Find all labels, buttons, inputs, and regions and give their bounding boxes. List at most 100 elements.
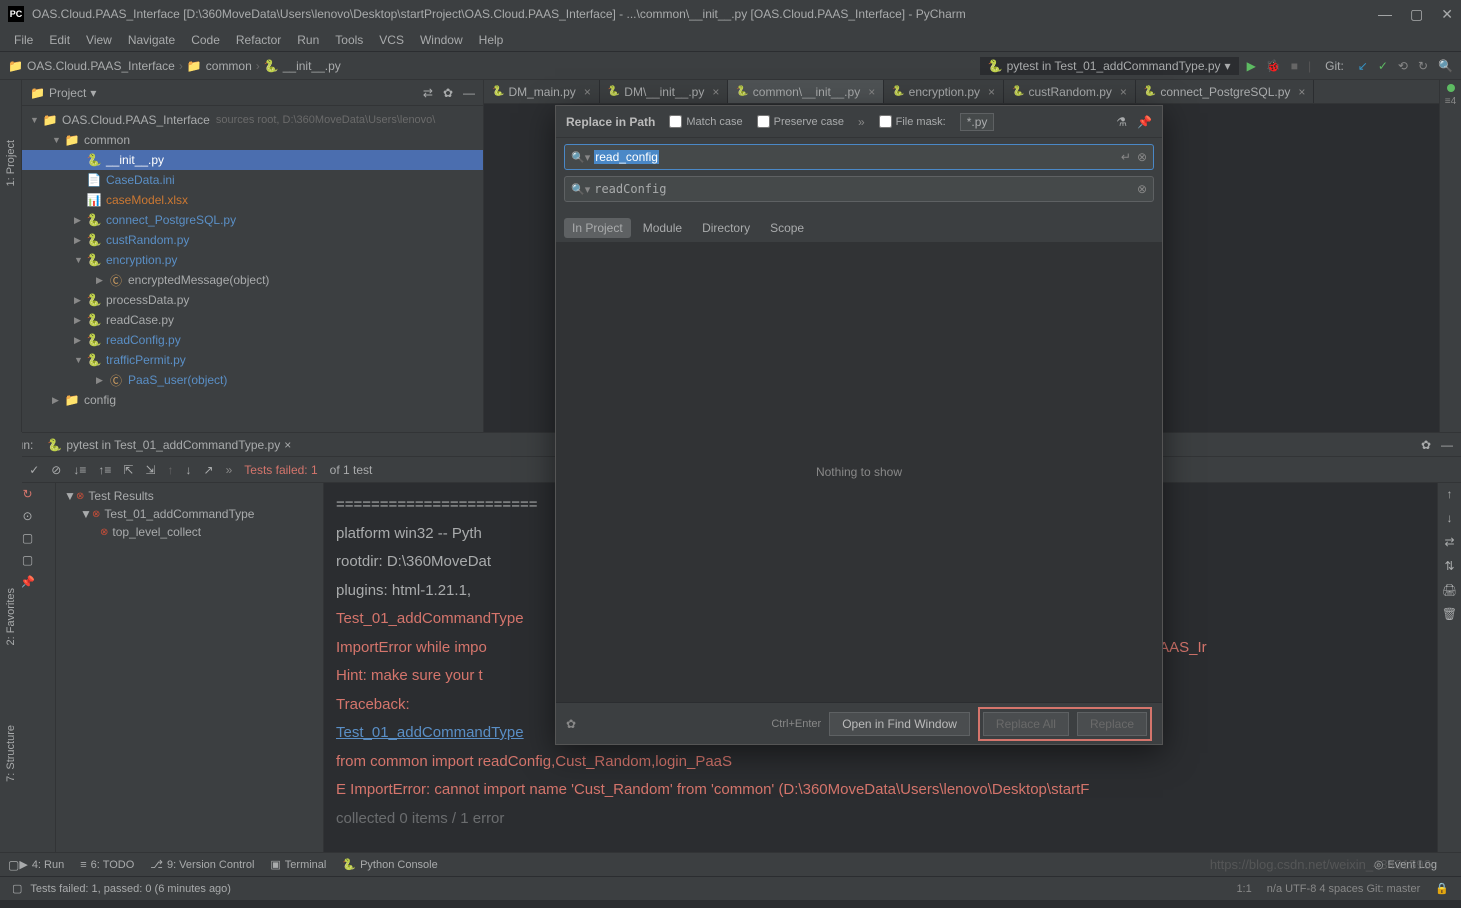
pin-icon[interactable]: 📌: [1137, 115, 1152, 129]
sb-todo[interactable]: ≡ 6: TODO: [80, 859, 134, 871]
editor-tab[interactable]: 🐍connect_PostgreSQL.py×: [1136, 80, 1315, 103]
breadcrumb-file[interactable]: __init__.py: [283, 59, 341, 73]
file-mask-checkbox[interactable]: File mask:: [879, 115, 946, 128]
gear-icon[interactable]: ✿: [1421, 438, 1431, 452]
menu-tools[interactable]: Tools: [329, 31, 369, 49]
hide-icon[interactable]: —: [463, 86, 475, 100]
scroll-icon[interactable]: ⇅: [1444, 559, 1454, 573]
close-icon[interactable]: ✕: [1441, 6, 1453, 23]
preserve-case-checkbox[interactable]: Preserve case: [757, 115, 844, 128]
menu-navigate[interactable]: Navigate: [122, 31, 181, 49]
close-icon[interactable]: ×: [1298, 85, 1305, 99]
minimize-icon[interactable]: —: [1378, 6, 1392, 23]
close-icon[interactable]: ×: [868, 85, 875, 99]
close-icon[interactable]: ×: [284, 438, 291, 452]
sb-terminal[interactable]: ▣ Terminal: [270, 858, 326, 871]
file-info[interactable]: n/a UTF-8 4 spaces Git: master: [1267, 883, 1420, 895]
menu-help[interactable]: Help: [473, 31, 510, 49]
close-icon[interactable]: ×: [1120, 85, 1127, 99]
sidebar-favorites-tab[interactable]: 2: Favorites: [5, 588, 17, 645]
python-file-icon: 🐍: [892, 86, 904, 97]
clear-icon[interactable]: ⊗: [1137, 182, 1147, 196]
run-config-selector[interactable]: 🐍 pytest in Test_01_addCommandType.py ▾: [980, 57, 1239, 75]
editor-tab[interactable]: 🐍custRandom.py×: [1004, 80, 1136, 103]
replace-all-button[interactable]: Replace All: [983, 712, 1069, 736]
search-icon[interactable]: 🔍: [1438, 59, 1453, 73]
test-tree[interactable]: ▼⊗Test Results ▼⊗Test_01_addCommandType …: [56, 483, 324, 852]
match-case-checkbox[interactable]: Match case: [669, 115, 742, 128]
menu-window[interactable]: Window: [414, 31, 469, 49]
project-tree[interactable]: ▼📁OAS.Cloud.PAAS_Interfacesources root, …: [22, 106, 483, 432]
editor-tab[interactable]: 🐍DM\__init__.py×: [600, 80, 729, 103]
gear-icon[interactable]: ✿: [566, 717, 576, 731]
editor-tab[interactable]: 🐍DM_main.py×: [484, 80, 600, 103]
toggle-pass-icon[interactable]: ✓: [29, 463, 39, 477]
layout-icon[interactable]: ▢: [22, 553, 33, 567]
menu-run[interactable]: Run: [291, 31, 325, 49]
open-find-window-button[interactable]: Open in Find Window: [829, 712, 970, 736]
file-mask-input[interactable]: *.py: [960, 113, 995, 131]
hide-icon[interactable]: —: [1441, 438, 1453, 452]
trash-icon[interactable]: 🗑: [1442, 607, 1457, 621]
close-icon[interactable]: ×: [988, 85, 995, 99]
sort-icon[interactable]: ↓≡: [73, 463, 86, 477]
down-icon[interactable]: ↓: [1447, 511, 1453, 525]
collapse-icon[interactable]: ⇲: [145, 463, 155, 477]
sb-run[interactable]: ▶ 4: Run: [19, 858, 64, 871]
scope-directory[interactable]: Directory: [694, 218, 758, 238]
breadcrumb-root[interactable]: OAS.Cloud.PAAS_Interface: [27, 59, 175, 73]
gear-icon[interactable]: ✿: [443, 86, 453, 100]
newline-icon[interactable]: ↵: [1121, 150, 1131, 164]
toggle-fail-icon[interactable]: ⊘: [51, 463, 61, 477]
wrap-icon[interactable]: ⇄: [1444, 535, 1454, 549]
menu-edit[interactable]: Edit: [43, 31, 76, 49]
breadcrumb-folder[interactable]: common: [206, 59, 252, 73]
close-icon[interactable]: ×: [584, 85, 591, 99]
run-button[interactable]: ▶: [1247, 59, 1256, 73]
sidebar-structure-tab[interactable]: 7: Structure: [5, 725, 17, 782]
sb-vc[interactable]: ⎇ 9: Version Control: [150, 858, 254, 871]
menu-code[interactable]: Code: [185, 31, 226, 49]
chevron-down-icon[interactable]: ▾: [90, 86, 96, 100]
menu-view[interactable]: View: [80, 31, 118, 49]
git-update-icon[interactable]: ↻: [1418, 59, 1428, 73]
up-icon[interactable]: ↑: [168, 463, 174, 477]
menu-file[interactable]: File: [8, 31, 39, 49]
pin-icon[interactable]: 📌: [20, 575, 35, 589]
cursor-position[interactable]: 1:1: [1236, 883, 1251, 895]
search-input-row[interactable]: 🔍▾ read_config ↵ ⊗: [564, 144, 1154, 170]
debug-button[interactable]: 🐞: [1266, 59, 1281, 73]
lock-icon[interactable]: 🔒: [1435, 883, 1449, 895]
editor-tab[interactable]: 🐍common\__init__.py×: [728, 80, 884, 103]
filter-icon[interactable]: ⚗: [1116, 115, 1127, 129]
sidebar-project-tab[interactable]: 1: Project: [5, 140, 17, 186]
sort-icon[interactable]: ↑≡: [98, 463, 111, 477]
clear-icon[interactable]: ⊗: [1137, 150, 1147, 164]
rerun-fail-icon[interactable]: ↻: [22, 487, 32, 501]
scope-in-project[interactable]: In Project: [564, 218, 631, 238]
stop-button[interactable]: ■: [1291, 59, 1298, 73]
menu-refactor[interactable]: Refactor: [230, 31, 287, 49]
collapse-icon[interactable]: ⇄: [423, 86, 433, 100]
maximize-icon[interactable]: ▢: [1410, 6, 1423, 23]
sb-pyconsole[interactable]: 🐍 Python Console: [342, 858, 437, 871]
git-history-icon[interactable]: ⟲: [1398, 59, 1408, 73]
down-icon[interactable]: ↓: [186, 463, 192, 477]
replace-input-row[interactable]: 🔍▾ ⊗: [564, 176, 1154, 202]
export-icon[interactable]: ↗: [204, 463, 214, 477]
git-commit-icon[interactable]: ✓: [1378, 59, 1388, 73]
close-icon[interactable]: ×: [712, 85, 719, 99]
scope-module[interactable]: Module: [635, 218, 690, 238]
layout-icon[interactable]: ▢: [22, 531, 33, 545]
scope-scope[interactable]: Scope: [762, 218, 812, 238]
editor-tab[interactable]: 🐍encryption.py×: [884, 80, 1004, 103]
toggle-icon[interactable]: ⊙: [22, 509, 32, 523]
menu-vcs[interactable]: VCS: [373, 31, 410, 49]
tool-window-icon[interactable]: ▢: [8, 858, 19, 872]
run-tab[interactable]: 🐍 pytest in Test_01_addCommandType.py ×: [41, 436, 297, 454]
expand-icon[interactable]: ⇱: [123, 463, 133, 477]
up-icon[interactable]: ↑: [1447, 487, 1453, 501]
print-icon[interactable]: 🖨: [1442, 583, 1457, 597]
git-pull-icon[interactable]: ↙: [1358, 59, 1368, 73]
replace-button[interactable]: Replace: [1077, 712, 1147, 736]
